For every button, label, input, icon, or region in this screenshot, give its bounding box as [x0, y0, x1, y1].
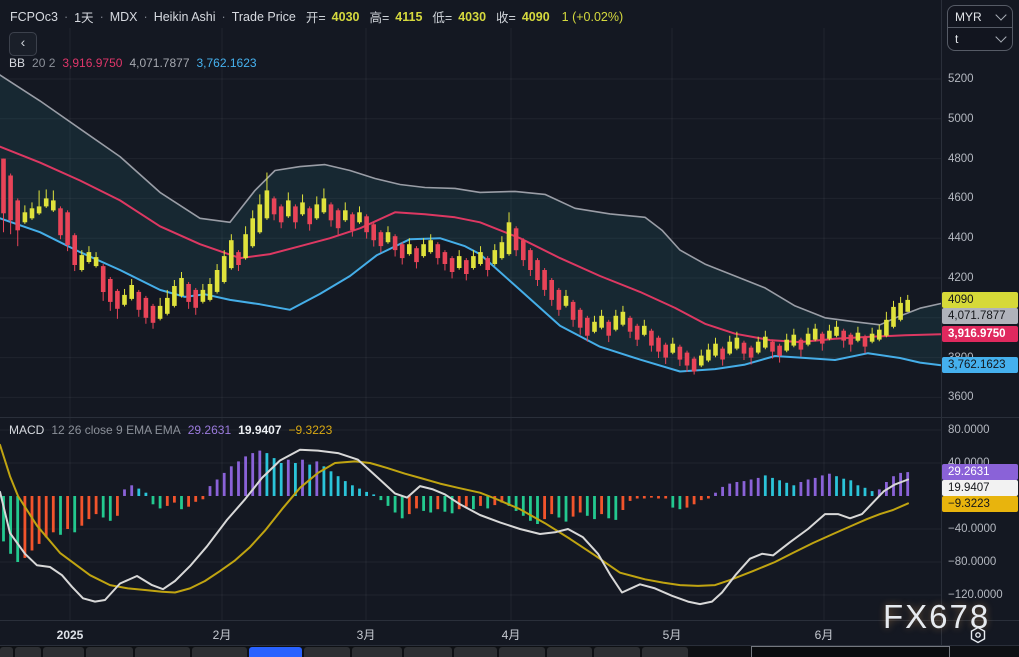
macd-name: MACD [9, 423, 44, 437]
hexagon-logo-icon [969, 626, 987, 644]
toolbar-segment[interactable] [43, 647, 84, 657]
toolbar-segment[interactable] [0, 647, 13, 657]
price-axis-label: 5200 [948, 71, 1018, 87]
back-arrow-icon: ‹ [21, 34, 26, 50]
time-axis-label: 5月 [663, 627, 682, 643]
change-value: 1 (+0.02%) [562, 10, 624, 24]
price-badge: 3,916.9750 [942, 326, 1018, 342]
macd-badge: 19.9407 [942, 480, 1018, 496]
toolbar-segment[interactable] [642, 647, 688, 657]
price-badge: 4,071.7877 [942, 308, 1018, 324]
toolbar-segment[interactable] [86, 647, 133, 657]
macd-badge: −9.3223 [942, 496, 1018, 512]
time-axis-label: 3月 [357, 627, 376, 643]
toolbar-segment[interactable] [192, 647, 247, 657]
unit-value: t [955, 32, 958, 46]
toolbar-input-box[interactable] [751, 646, 950, 657]
time-axis-label: 6月 [815, 627, 834, 643]
chart-legend: FCPOc3 · 1天 · MDX · Heikin Ashi · Trade … [10, 7, 623, 26]
chart-style-label: Heikin Ashi [154, 10, 216, 24]
toolbar-segment[interactable] [454, 647, 497, 657]
series-name-label: Trade Price [232, 10, 296, 24]
chart-canvas[interactable] [0, 0, 1019, 657]
macd-axis-label: −40.0000 [948, 521, 1018, 537]
price-badge: 4090 [942, 292, 1018, 308]
bottom-toolbar [0, 646, 1019, 657]
bb-upper-value: 4,071.7877 [129, 56, 189, 70]
price-axis-label: 5000 [948, 111, 1018, 127]
currency-value: MYR [955, 10, 982, 24]
macd-signal-value: −9.3223 [289, 423, 333, 437]
toolbar-segment[interactable] [547, 647, 592, 657]
currency-dropdown[interactable]: MYR [948, 6, 1012, 27]
exchange-label: MDX [110, 10, 138, 24]
interval-label[interactable]: 1天 [74, 7, 93, 26]
currency-unit-box: MYR t [947, 5, 1013, 51]
macd-axis-label: 80.0000 [948, 422, 1018, 438]
bb-lower-value: 3,762.1623 [197, 56, 257, 70]
bb-name: BB [9, 56, 25, 70]
time-axis-label: 4月 [502, 627, 521, 643]
chevron-down-icon [995, 31, 1006, 42]
bb-params: 20 2 [32, 56, 55, 70]
back-button[interactable]: ‹ [9, 32, 37, 56]
trading-chart-window: FCPOc3 · 1天 · MDX · Heikin Ashi · Trade … [0, 0, 1019, 657]
time-axis-label: 2月 [213, 627, 232, 643]
toolbar-segment[interactable] [404, 647, 452, 657]
toolbar-segment[interactable] [499, 647, 545, 657]
toolbar-segment[interactable] [304, 647, 350, 657]
price-axis-label: 4400 [948, 230, 1018, 246]
chevron-down-icon [995, 9, 1006, 20]
macd-params: 12 26 close 9 EMA EMA [51, 423, 180, 437]
price-axis-label: 4200 [948, 270, 1018, 286]
open-value: 4030 [332, 10, 360, 24]
open-label: 开= [306, 7, 326, 26]
price-axis-label: 4600 [948, 190, 1018, 206]
price-axis-label: 4800 [948, 151, 1018, 167]
unit-dropdown[interactable]: t [948, 27, 1012, 49]
macd-badge: 29.2631 [942, 464, 1018, 480]
time-axis-label: 2025 [57, 627, 84, 643]
close-label: 收= [496, 7, 516, 26]
bb-indicator-legend[interactable]: BB 20 2 3,916.9750 4,071.7877 3,762.1623 [9, 56, 257, 70]
high-value: 4115 [395, 10, 422, 24]
symbol-name[interactable]: FCPOc3 [10, 10, 58, 24]
toolbar-segment[interactable] [249, 647, 302, 657]
low-label: 低= [432, 7, 452, 26]
macd-axis-label: −80.0000 [948, 554, 1018, 570]
toolbar-segment[interactable] [594, 647, 640, 657]
macd-indicator-legend[interactable]: MACD 12 26 close 9 EMA EMA 29.2631 19.94… [9, 423, 332, 437]
toolbar-segment[interactable] [15, 647, 41, 657]
macd-line-value: 19.9407 [238, 423, 281, 437]
toolbar-segment[interactable] [352, 647, 402, 657]
bb-basis-value: 3,916.9750 [62, 56, 122, 70]
toolbar-segment[interactable] [135, 647, 190, 657]
macd-hist-value: 29.2631 [188, 423, 231, 437]
price-badge: 3,762.1623 [942, 357, 1018, 373]
low-value: 4030 [458, 10, 486, 24]
close-value: 4090 [522, 10, 550, 24]
high-label: 高= [369, 7, 389, 26]
price-axis-label: 3600 [948, 389, 1018, 405]
